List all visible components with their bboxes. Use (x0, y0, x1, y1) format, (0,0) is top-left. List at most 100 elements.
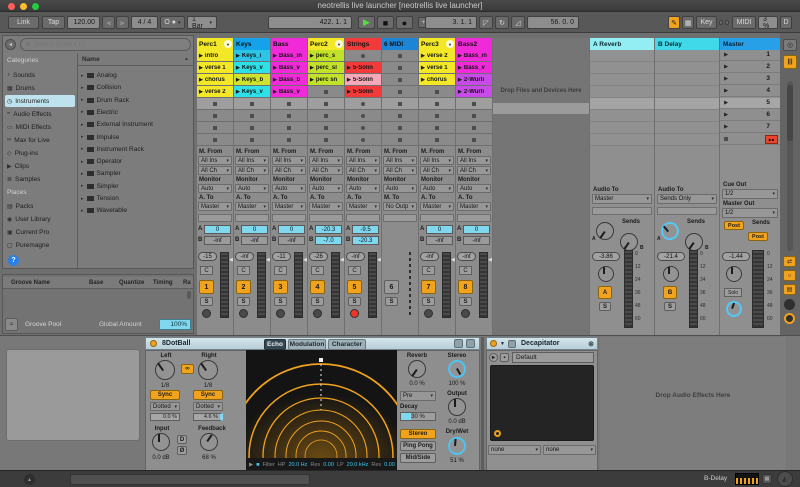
send-a-field[interactable]: 0 (241, 225, 268, 234)
empty-clip-slot[interactable] (234, 122, 270, 133)
send-a-field[interactable]: 0 (278, 225, 305, 234)
echo-pre-menu[interactable]: Pre (400, 391, 436, 401)
monitor-menu[interactable]: Auto (309, 184, 343, 193)
echo-tunnel-display[interactable]: ▶ ■ Filter HP 20.0 Hz Res 0.00 LP 20.0 k… (246, 350, 397, 471)
play-button[interactable]: ▶ (358, 16, 375, 29)
solo-button[interactable]: S (200, 297, 213, 306)
expand-arrow-icon[interactable]: ▸ (81, 146, 84, 152)
loop-start-field[interactable]: 3. 1. 1 (425, 16, 477, 29)
clip-play-icon[interactable]: ▶ (236, 89, 240, 95)
pan-knob[interactable] (726, 266, 742, 282)
track-header-strings[interactable]: Strings (345, 38, 381, 50)
clip-stop-icon[interactable] (398, 78, 402, 82)
drop-audio-effects-area[interactable]: Drop Audio Effects Here (600, 337, 786, 470)
track-header-bass[interactable]: Bass (271, 38, 307, 50)
input-type-menu[interactable]: All Ins (346, 156, 380, 165)
sidebar-item-user-library[interactable]: ◉User Library (5, 213, 75, 225)
search-box[interactable]: ○ (20, 38, 191, 51)
expand-arrow-icon[interactable]: ▸ (81, 134, 84, 140)
expand-arrow-icon[interactable]: ▸ (81, 171, 84, 177)
echo-dotted-left-menu[interactable]: Dotted (150, 402, 180, 411)
send-a-field[interactable]: -9.5 (352, 225, 379, 234)
send-b-knob[interactable] (620, 233, 638, 251)
echo-link-button[interactable]: ∞ (181, 364, 194, 374)
browser-divider[interactable] (77, 53, 78, 268)
arm-button[interactable] (239, 309, 248, 318)
sidechain-source-menu-1[interactable]: none (488, 445, 541, 455)
loop-icon[interactable]: ↻ (495, 16, 509, 29)
volume-handle-icon[interactable]: ◀ (377, 257, 381, 263)
browser-name-header[interactable]: Name ▲ (78, 53, 193, 66)
clip-play-icon[interactable]: ▶ (421, 53, 425, 59)
pan-field[interactable]: C (237, 266, 250, 275)
echo-decay-slider[interactable]: 30 % (400, 412, 436, 421)
empty-clip-slot[interactable] (382, 50, 418, 61)
clip-slot[interactable]: ▶Bass_in (271, 50, 307, 61)
volume-field[interactable]: -inf (457, 252, 476, 261)
output-menu[interactable]: Master (346, 202, 380, 211)
groove-pool-icon[interactable]: ≈ (5, 318, 18, 331)
pan-knob[interactable] (598, 266, 614, 282)
input-channel-menu[interactable]: All Ch (235, 166, 269, 175)
list-item-wavetable[interactable]: ▸Wavetable (81, 205, 193, 216)
send-b-field[interactable]: -20.3 (352, 236, 379, 245)
stop-button[interactable]: ■ (377, 16, 394, 29)
clip-stop-icon[interactable] (435, 90, 439, 94)
clip-stop-icon[interactable] (435, 102, 439, 106)
sidebar-item-drums[interactable]: ▦Drums (5, 82, 75, 94)
output-menu[interactable]: Master (235, 202, 269, 211)
clip-slot[interactable]: ▶Keys_v (234, 62, 270, 73)
track-activator-button[interactable]: 2 (236, 280, 251, 294)
track-activator-button[interactable]: 7 (421, 280, 436, 294)
list-item-impulse[interactable]: ▸Impulse (81, 132, 193, 143)
slot-circle-icon[interactable] (361, 114, 365, 118)
list-item-drum-rack[interactable]: ▸Drum Rack (81, 95, 193, 106)
empty-clip-slot[interactable] (419, 110, 455, 121)
nudge-down-button[interactable]: ◃ (102, 16, 115, 29)
clip-stop-icon[interactable] (250, 114, 254, 118)
groove-col-quantize[interactable]: Quantize (119, 280, 144, 286)
input-type-menu[interactable]: All Ins (198, 156, 232, 165)
show-mixer-icon[interactable]: ||| (783, 55, 797, 69)
clip-stop-icon[interactable] (472, 138, 476, 142)
clip-stop-icon[interactable] (250, 102, 254, 106)
send-a-knob[interactable] (596, 222, 614, 240)
empty-clip-slot[interactable] (456, 134, 492, 145)
empty-clip-slot[interactable] (197, 122, 233, 133)
clip-stop-icon[interactable] (324, 102, 328, 106)
track-header-bass2[interactable]: Bass2 (456, 38, 492, 50)
track-activator-button[interactable]: 6 (384, 280, 399, 294)
cue-volume-knob[interactable] (726, 301, 742, 317)
empty-clip-slot[interactable] (382, 134, 418, 145)
clip-play-icon[interactable]: ▶ (347, 77, 351, 83)
groove-col-timing[interactable]: Timing (153, 280, 173, 286)
input-channel-menu[interactable]: All Ch (309, 166, 343, 175)
metronome-button[interactable]: O ● (160, 16, 185, 29)
clip-slot[interactable]: ▶chorus (197, 74, 233, 85)
echo-input-value[interactable]: 0.0 dB (146, 455, 176, 461)
clip-play-icon[interactable]: ▶ (421, 77, 425, 83)
empty-clip-slot[interactable] (382, 74, 418, 85)
volume-field[interactable]: -11 (272, 252, 291, 261)
echo-right-time[interactable]: 1/8 (195, 383, 221, 389)
clip-stop-icon[interactable] (398, 114, 402, 118)
fold-track-icon[interactable]: ▼ (446, 40, 454, 48)
clip-stop-icon[interactable] (472, 126, 476, 130)
arrangement-position-field[interactable]: 422. 1. 1 (268, 16, 352, 29)
sidebar-item-puremagne[interactable]: ▢Puremagne (5, 239, 75, 251)
preset-save-icon[interactable]: ▪ (500, 353, 509, 362)
echo-dotted-right-menu[interactable]: Dotted (193, 402, 223, 411)
echo-left-offset-field[interactable]: 0.0 % (150, 413, 180, 421)
empty-clip-slot[interactable] (345, 98, 381, 109)
clip-slot[interactable]: ▶perc_sl (308, 62, 344, 73)
tab-character[interactable]: Character (328, 339, 366, 350)
track-activator-button[interactable]: 3 (273, 280, 288, 294)
expand-arrow-icon[interactable]: ▸ (81, 159, 84, 165)
sidebar-item-max-for-live[interactable]: ∞Max for Live (5, 134, 75, 146)
empty-clip-slot[interactable] (382, 122, 418, 133)
zoom-window-icon[interactable] (32, 3, 39, 10)
filter-lp-value[interactable]: 20.0 kHz (347, 462, 369, 468)
input-channel-menu[interactable]: All Ch (198, 166, 232, 175)
clip-stop-icon[interactable] (213, 102, 217, 106)
clip-slot[interactable]: ▶verse 1 (197, 62, 233, 73)
